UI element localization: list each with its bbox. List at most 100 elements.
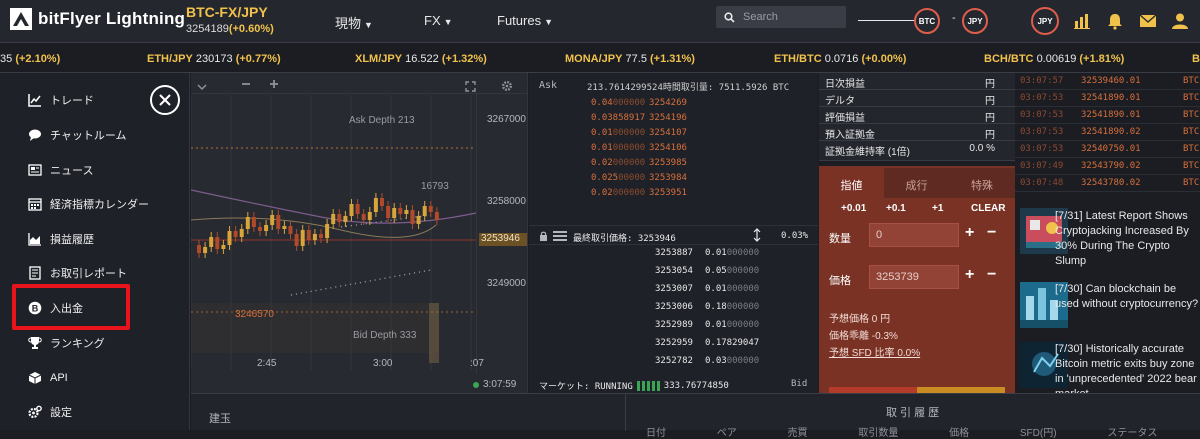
sidebar-item-pnl-history[interactable]: 損益履歴	[28, 229, 94, 249]
ask-row[interactable]: 0.01000000 3254106	[529, 143, 818, 157]
bell-icon[interactable]	[1106, 12, 1124, 30]
sidebar-item-settings[interactable]: 設定	[28, 402, 72, 422]
trade-history-row: 03:07:57 32539460.01 BTC	[1015, 73, 1200, 90]
sidebar-item-trade[interactable]: トレード	[28, 90, 94, 110]
zoom-out-button[interactable]	[241, 77, 251, 92]
candle-body	[361, 214, 366, 220]
sidebar-item-trade-report[interactable]: お取引レポート	[28, 263, 127, 283]
nav-spot[interactable]: 現物 ▼	[335, 13, 373, 32]
history-column-headers: 日付 ペア 売買 取引数量 価格 SFD(円) ステータス	[646, 428, 1158, 439]
chart-bars-icon[interactable]	[1073, 12, 1091, 30]
news-item[interactable]: [7/30] Historically accurate Bitcoin met…	[1015, 340, 1200, 393]
ask-size: 0.01000000	[591, 143, 646, 153]
price-increase-button[interactable]: +	[965, 266, 974, 284]
last-price-row: 最終取引価格: 3253946 0.03%	[529, 225, 818, 245]
search-input[interactable]	[743, 11, 843, 23]
close-menu-button[interactable]	[150, 85, 180, 115]
chart-settings-gear-icon[interactable]	[501, 80, 513, 92]
quantity-input[interactable]: 0	[869, 223, 959, 247]
ask-row[interactable]: 0.03858917 3254196	[529, 113, 818, 127]
market-status: マーケット: RUNNING 333.76774850	[539, 380, 729, 392]
ticker-item[interactable]: B	[1192, 53, 1200, 65]
nav-fx[interactable]: FX ▼	[424, 13, 453, 28]
candle-body	[270, 215, 275, 225]
ask-row[interactable]: 0.02000000 3253951	[529, 188, 818, 202]
ask-row[interactable]: 0.02500000 3253984	[529, 173, 818, 187]
chart-toolbar-divider	[191, 93, 528, 94]
market-status-bars	[636, 380, 660, 391]
candlestick-chart[interactable]	[191, 95, 476, 370]
ticker-item[interactable]: MONA/JPY 77.5 (+1.31%)	[565, 53, 695, 65]
sfd-ratio-link[interactable]: 予想 SFD 比率 0.0%	[829, 344, 920, 359]
sidebar-item-ranking[interactable]: ランキング	[28, 333, 105, 353]
menu-lines-icon[interactable]	[553, 231, 567, 241]
user-icon[interactable]	[1171, 12, 1189, 30]
bid-row[interactable]: 3252959 0.17829047	[529, 338, 818, 352]
ticker-item[interactable]: 35 (+2.10%)	[0, 53, 60, 65]
resize-vertical-icon[interactable]	[753, 228, 761, 242]
bid-row[interactable]: 3253054 0.05000000	[529, 266, 818, 280]
bid-price: 3253007	[655, 284, 693, 294]
trade-history-tab[interactable]: 取 引 履 歴	[886, 404, 939, 420]
qty-add-001-button[interactable]: +0.01	[841, 203, 866, 214]
ticker-item[interactable]: XLM/JPY 16.522 (+1.32%)	[355, 53, 487, 65]
trade-history-row: 03:07:53 32541890.02 BTC	[1015, 124, 1200, 141]
bid-row[interactable]: 3252782 0.03000000	[529, 356, 818, 370]
search-icon	[724, 11, 735, 23]
candle-body	[197, 245, 201, 253]
tab-limit-order[interactable]: 指値	[819, 168, 884, 198]
nav-futures[interactable]: Futures ▼	[497, 13, 553, 28]
lock-icon[interactable]	[539, 231, 548, 241]
quantity-label: 数量	[829, 233, 851, 245]
area-chart-icon	[28, 233, 41, 246]
brand-name: bitFlyer Lightning	[38, 9, 186, 28]
ticker-item[interactable]: ETH/BTC 0.0716 (+0.00%)	[774, 53, 906, 65]
ask-row[interactable]: 0.01000000 3254107	[529, 128, 818, 142]
tab-special-order[interactable]: 特殊	[949, 168, 1015, 198]
chevron-down-icon[interactable]	[197, 83, 207, 91]
bid-row[interactable]: 3253006 0.18000000	[529, 302, 818, 316]
ask-row[interactable]: 0.04000000 3254269	[529, 98, 818, 112]
y-tick-label: 3258000	[487, 196, 526, 207]
ask-size: 0.04000000	[591, 98, 646, 108]
news-item[interactable]: [7/31] Latest Report Shows Cryptojacking…	[1015, 204, 1200, 268]
ticker-item[interactable]: ETH/JPY 230173 (+0.77%)	[147, 53, 281, 65]
account-row-daily-pnl: 日次損益円	[819, 73, 1015, 90]
currency-badge[interactable]: JPY	[1031, 7, 1059, 35]
news-item[interactable]: [7/30] Can blockchain be used without cr…	[1015, 280, 1200, 336]
price-decrease-button[interactable]: −	[987, 266, 996, 284]
market-pair-selector[interactable]: BTC-FX/JPY 3254189(+0.60%)	[186, 4, 274, 35]
bid-row[interactable]: 3253887 0.01000000	[529, 248, 818, 262]
converter-from-btc[interactable]: BTC	[914, 8, 940, 34]
candle-body	[215, 237, 220, 249]
bid-row[interactable]: 3252989 0.01000000	[529, 320, 818, 334]
envelope-icon[interactable]	[1139, 12, 1157, 30]
sidebar-item-calendar[interactable]: 経済指標カレンダー	[28, 194, 149, 214]
positions-tab[interactable]: 建玉	[209, 410, 231, 426]
sidebar-item-news[interactable]: ニュース	[28, 160, 93, 180]
search-box[interactable]	[716, 6, 846, 28]
ticker-item[interactable]: BCH/BTC 0.00619 (+1.81%)	[984, 53, 1124, 65]
sidebar-item-api[interactable]: API	[28, 368, 68, 388]
qty-add-01-button[interactable]: +0.1	[886, 203, 906, 214]
candle-body	[264, 225, 269, 231]
brand-logo[interactable]: bitFlyer Lightning	[10, 8, 185, 30]
news-text: [7/30] Historically accurate Bitcoin met…	[1055, 343, 1197, 393]
bid-price: 3252989	[655, 320, 693, 330]
sidebar-item-chatroom[interactable]: チャットルーム	[28, 125, 127, 145]
trade-history-row: 03:07:53 32541890.01 BTC	[1015, 107, 1200, 124]
bid-price: 3252782	[655, 356, 693, 366]
zoom-in-button[interactable]	[269, 77, 279, 92]
price-input[interactable]: 3253739	[869, 265, 959, 289]
converter-to-jpy[interactable]: JPY	[962, 8, 988, 34]
candle-body	[239, 229, 244, 237]
qty-add-1-button[interactable]: +1	[932, 203, 943, 214]
quantity-decrease-button[interactable]: −	[987, 224, 996, 242]
bid-row[interactable]: 3253007 0.01000000	[529, 284, 818, 298]
qty-clear-button[interactable]: CLEAR	[971, 203, 1005, 214]
candle-body	[221, 245, 226, 249]
tab-market-order[interactable]: 成行	[884, 168, 949, 198]
quantity-increase-button[interactable]: +	[965, 224, 974, 242]
ask-row[interactable]: 0.02000000 3253985	[529, 158, 818, 172]
expand-icon[interactable]	[465, 81, 476, 92]
